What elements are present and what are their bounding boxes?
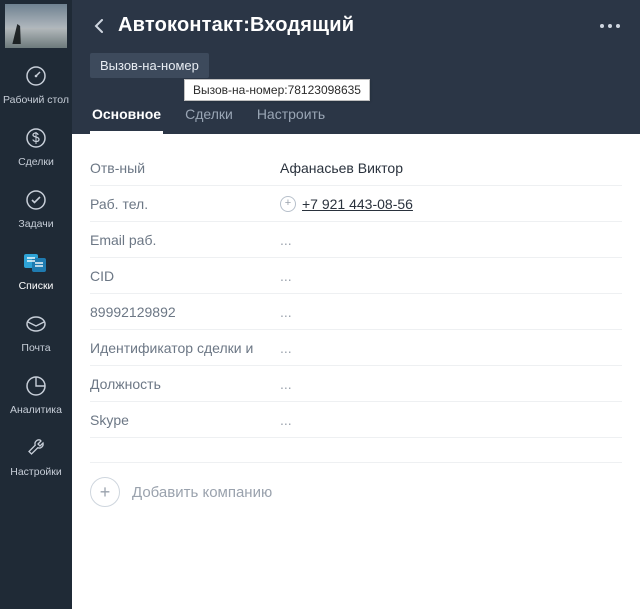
sidebar-item-analytics[interactable]: Аналитика: [0, 362, 72, 424]
sidebar-item-label: Списки: [0, 280, 72, 292]
sidebar-item-tasks[interactable]: Задачи: [0, 176, 72, 238]
dollar-icon: [0, 124, 72, 152]
field-label: Email раб.: [90, 232, 280, 248]
field-label: Идентификатор сделки и: [90, 340, 280, 356]
add-phone-icon[interactable]: +: [280, 196, 296, 212]
wrench-icon: [0, 434, 72, 462]
empty-value: ...: [280, 268, 292, 284]
field-value[interactable]: ...: [280, 376, 622, 392]
field-value[interactable]: ...: [280, 268, 622, 284]
more-menu-button[interactable]: [598, 18, 622, 34]
field-row-work-phone: Раб. тел. + +7 921 443-08-56: [90, 186, 622, 222]
tabs: Основное Сделки Настроить: [90, 96, 622, 134]
field-row-deal-id: Идентификатор сделки и ...: [90, 330, 622, 366]
field-value[interactable]: ...: [280, 340, 622, 356]
call-tag[interactable]: Вызов-на-номер: [90, 53, 209, 78]
add-company-button[interactable]: + Добавить компанию: [90, 462, 622, 507]
field-row-skype: Skype ...: [90, 402, 622, 438]
page-title: Автоконтакт:Входящий: [118, 14, 354, 37]
field-row-cid: CID ...: [90, 258, 622, 294]
analytics-icon: [0, 372, 72, 400]
header: Автоконтакт:Входящий Вызов-на-номер Вызо…: [72, 0, 640, 134]
field-value: + +7 921 443-08-56: [280, 196, 622, 212]
field-label: CID: [90, 268, 280, 284]
sidebar-item-label: Задачи: [0, 218, 72, 230]
sidebar-item-label: Аналитика: [0, 404, 72, 416]
mail-icon: [0, 310, 72, 338]
sidebar-item-dashboard[interactable]: Рабочий стол: [0, 52, 72, 114]
empty-value: ...: [280, 304, 292, 320]
main-column: Автоконтакт:Входящий Вызов-на-номер Вызо…: [72, 0, 640, 609]
field-value[interactable]: Афанасьев Виктор: [280, 160, 622, 176]
sidebar-item-label: Сделки: [0, 156, 72, 168]
sidebar-item-label: Рабочий стол: [0, 94, 72, 106]
field-row-work-email: Email раб. ...: [90, 222, 622, 258]
back-button[interactable]: [90, 17, 108, 35]
empty-value: ...: [280, 376, 292, 392]
tab-main[interactable]: Основное: [90, 96, 163, 134]
field-label: 89992129892: [90, 304, 280, 320]
lists-icon: [0, 248, 72, 276]
field-row-responsible: Отв-ный Афанасьев Виктор: [90, 150, 622, 186]
content-body: Отв-ный Афанасьев Виктор Раб. тел. + +7 …: [72, 134, 640, 609]
avatar-slot: [0, 0, 72, 52]
responsible-name: Афанасьев Виктор: [280, 160, 403, 176]
add-company-label: Добавить компанию: [132, 484, 272, 501]
header-top: Автоконтакт:Входящий: [90, 14, 622, 37]
field-row-custom-number: 89992129892 ...: [90, 294, 622, 330]
check-circle-icon: [0, 186, 72, 214]
user-avatar[interactable]: [5, 4, 67, 48]
sidebar-item-settings[interactable]: Настройки: [0, 424, 72, 486]
sidebar: Рабочий стол Сделки Задачи: [0, 0, 72, 609]
sidebar-item-deals[interactable]: Сделки: [0, 114, 72, 176]
field-label: Skype: [90, 412, 280, 428]
tab-configure[interactable]: Настроить: [255, 96, 327, 134]
chevron-left-icon: [93, 19, 105, 33]
field-label: Раб. тел.: [90, 196, 280, 212]
empty-value: ...: [280, 340, 292, 356]
field-value[interactable]: ...: [280, 412, 622, 428]
sidebar-item-lists[interactable]: Списки: [0, 238, 72, 300]
empty-value: ...: [280, 412, 292, 428]
field-label: Должность: [90, 376, 280, 392]
tag-set: Вызов-на-номер Вызов-на-номер:7812309863…: [90, 53, 622, 78]
sidebar-item-mail[interactable]: Почта: [0, 300, 72, 362]
field-row-position: Должность ...: [90, 366, 622, 402]
tab-deals[interactable]: Сделки: [183, 96, 235, 134]
phone-link[interactable]: +7 921 443-08-56: [302, 196, 413, 212]
call-tag-tooltip: Вызов-на-номер:78123098635: [184, 79, 370, 101]
field-label: Отв-ный: [90, 160, 280, 176]
field-value[interactable]: ...: [280, 232, 622, 248]
plus-circle-icon: +: [90, 477, 120, 507]
gauge-icon: [0, 62, 72, 90]
empty-value: ...: [280, 232, 292, 248]
sidebar-item-label: Настройки: [0, 466, 72, 478]
field-value[interactable]: ...: [280, 304, 622, 320]
app-root: Рабочий стол Сделки Задачи: [0, 0, 640, 609]
sidebar-item-label: Почта: [0, 342, 72, 354]
